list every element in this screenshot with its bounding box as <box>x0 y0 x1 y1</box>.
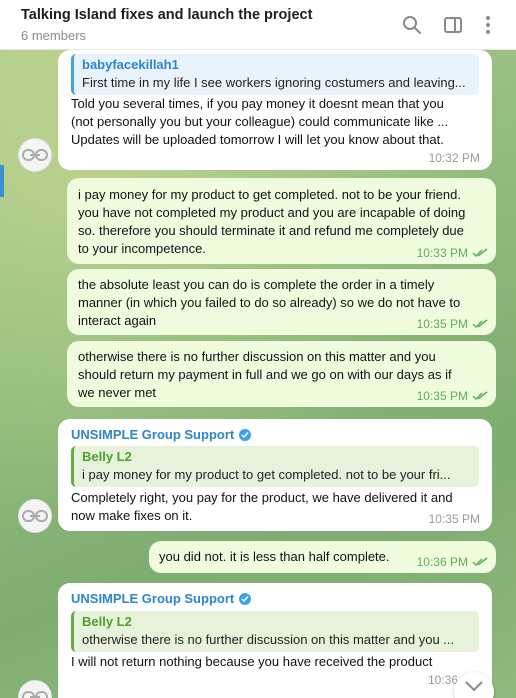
reply-text: i pay money for my product to get comple… <box>82 467 451 482</box>
sidebar-toggle-icon[interactable] <box>442 14 464 36</box>
message-time: 10:32 PM <box>428 151 480 165</box>
message-bubble[interactable]: the absolute least you can do is complet… <box>67 269 496 335</box>
chat-area[interactable]: babyfacekillah1 First time in my life I … <box>0 50 516 698</box>
message-bubble[interactable]: UNSIMPLE Group Support Belly L2 otherwis… <box>58 583 492 698</box>
message-line: we never met <box>78 385 157 400</box>
message-line: Told you several times, if you pay money… <box>71 96 444 111</box>
double-check-icon <box>472 391 488 401</box>
message-line: Completely right, you pay for the produc… <box>71 490 453 505</box>
message-bubble[interactable]: you did not. it is less than half comple… <box>149 541 496 573</box>
message-time: 10:33 PM <box>416 246 468 260</box>
double-check-icon <box>472 248 488 258</box>
message-time: 10:36 PM <box>416 555 468 569</box>
message-bubble[interactable]: otherwise there is no further discussion… <box>67 341 496 407</box>
reply-text: otherwise there is no further discussion… <box>82 632 455 647</box>
avatar[interactable] <box>18 499 52 533</box>
unread-indicator <box>0 165 4 197</box>
message-line: otherwise there is no further discussion… <box>78 349 436 364</box>
message-time: 10:35 PM <box>428 512 480 526</box>
message-line: to your incompetence. <box>78 241 206 256</box>
message-status: 10:35 PM <box>417 387 488 405</box>
message-line: I will not return nothing because you ha… <box>71 654 433 669</box>
reply-quote[interactable]: Belly L2 i pay money for my product to g… <box>71 446 479 487</box>
link-icon <box>22 510 48 522</box>
message-line: i pay money for my product to get comple… <box>78 187 461 202</box>
message-time: 10:35 PM <box>416 389 468 403</box>
message-bubble[interactable]: babyfacekillah1 First time in my life I … <box>58 50 492 170</box>
reply-quote[interactable]: babyfacekillah1 First time in my life I … <box>71 54 479 95</box>
message-status: 10:35 PM <box>417 315 488 333</box>
sender-name[interactable]: UNSIMPLE Group Support <box>71 426 252 444</box>
double-check-icon <box>472 557 488 567</box>
reply-author: Belly L2 <box>82 449 132 464</box>
message-line: Updates will be uploaded tomorrow I will… <box>71 132 444 147</box>
verified-icon <box>239 429 252 441</box>
sender-label: UNSIMPLE Group Support <box>71 427 235 442</box>
link-icon <box>22 149 48 161</box>
message-line: interact again <box>78 313 157 328</box>
chat-header: Talking Island fixes and launch the proj… <box>0 0 516 50</box>
message-line: manner (in which you failed to do so alr… <box>78 295 461 310</box>
message-line: so. therefore you should terminate it an… <box>78 223 464 238</box>
message-line: you have not completed my product and yo… <box>78 205 466 220</box>
message-status: 10:36 PM <box>417 553 488 571</box>
search-icon[interactable] <box>401 14 423 36</box>
chat-title[interactable]: Talking Island fixes and launch the proj… <box>21 7 312 23</box>
message-time: 10:35 PM <box>416 317 468 331</box>
avatar[interactable] <box>18 138 52 172</box>
reply-text: First time in my life I see workers igno… <box>82 75 466 90</box>
reply-quote[interactable]: Belly L2 otherwise there is no further d… <box>71 611 479 652</box>
double-check-icon <box>472 319 488 329</box>
reply-author: babyfacekillah1 <box>82 57 179 72</box>
message-line: (not personally you but your colleague) … <box>71 114 449 129</box>
message-line: the absolute least you can do is complet… <box>78 277 435 292</box>
message-bubble[interactable]: i pay money for my product to get comple… <box>67 178 496 264</box>
message-bubble[interactable]: UNSIMPLE Group Support Belly L2 i pay mo… <box>58 419 492 531</box>
verified-icon <box>239 593 252 605</box>
reply-author: Belly L2 <box>82 614 132 629</box>
avatar[interactable] <box>18 680 52 698</box>
scroll-down-button[interactable] <box>454 672 494 698</box>
sender-label: UNSIMPLE Group Support <box>71 591 235 606</box>
message-status: 10:33 PM <box>417 244 488 262</box>
message-line: you did not. it is less than half comple… <box>159 549 390 564</box>
link-icon <box>22 691 48 698</box>
chevron-down-icon <box>465 681 483 692</box>
message-line: now make fixes on it. <box>71 508 193 523</box>
message-line: should return my payment in full and we … <box>78 367 452 382</box>
more-options-icon[interactable] <box>477 14 499 36</box>
member-count[interactable]: 6 members <box>21 28 86 43</box>
sender-name[interactable]: UNSIMPLE Group Support <box>71 590 252 608</box>
